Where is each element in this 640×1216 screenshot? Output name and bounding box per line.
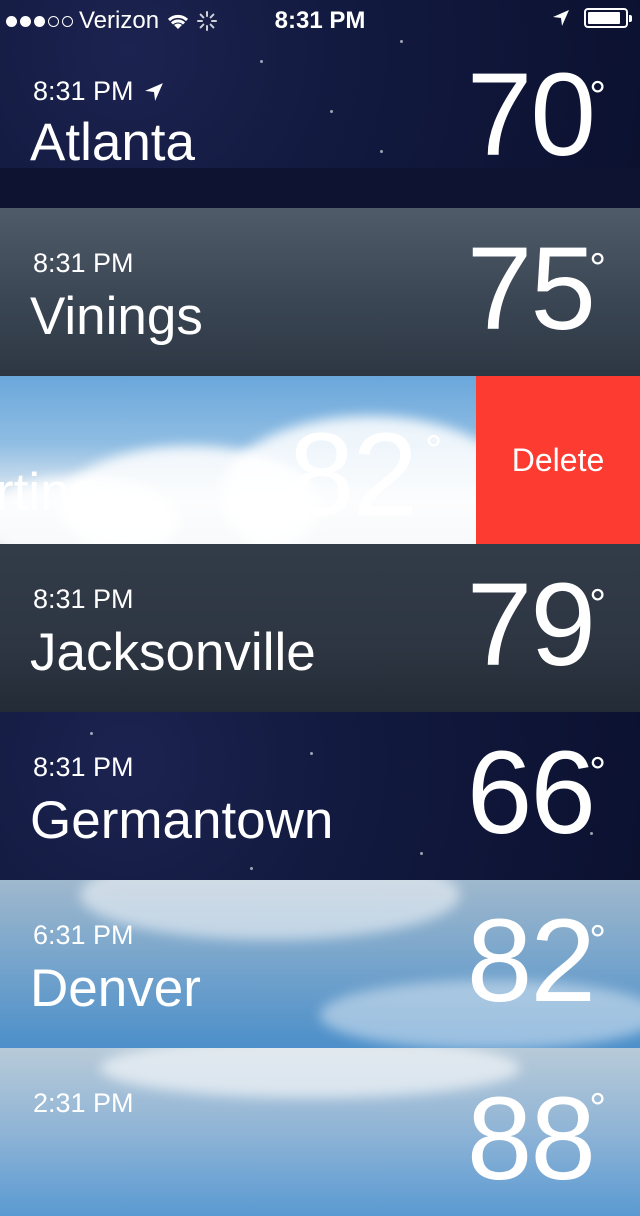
temperature: 70: [466, 49, 596, 168]
temperature: 82: [288, 409, 418, 541]
battery-icon: [584, 8, 632, 28]
city-name: Jacksonville: [30, 623, 316, 682]
degree-symbol: °: [589, 916, 606, 963]
city-row-jacksonville[interactable]: 8:31 PM Jacksonville 79 °: [0, 544, 640, 712]
city-row-germantown[interactable]: 8:31 PM Germantown 66 °: [0, 712, 640, 880]
local-time: 8:31 PM: [33, 76, 164, 107]
degree-symbol: °: [589, 244, 606, 291]
delete-button[interactable]: Delete: [476, 376, 640, 544]
status-time: 8:31 PM: [274, 7, 366, 34]
local-time: 2:31 PM: [33, 1088, 134, 1118]
temperature: 88: [466, 1073, 596, 1205]
city-row-vinings[interactable]: 8:31 PM Vinings 75 °: [0, 208, 640, 376]
city-name: rtino: [0, 463, 100, 522]
city-name: Germantown: [30, 791, 334, 850]
city-row-partial[interactable]: 2:31 PM 88 °: [0, 1048, 640, 1216]
city-name: Vinings: [30, 287, 203, 346]
city-row-swiped[interactable]: rtino 82 ° Delete: [0, 376, 640, 544]
local-time: 8:31 PM: [33, 248, 134, 278]
location-arrow-icon: [144, 82, 163, 101]
city-name: Atlanta: [30, 113, 196, 168]
local-time: 6:31 PM: [33, 920, 134, 950]
local-time-text: 8:31 PM: [33, 76, 134, 106]
status-right: [552, 8, 632, 28]
local-time: 8:31 PM: [33, 752, 134, 782]
temperature: 66: [466, 727, 596, 859]
temperature: 75: [466, 223, 596, 355]
degree-symbol: °: [589, 72, 606, 119]
location-arrow-icon: [553, 10, 569, 26]
swiped-row-content[interactable]: rtino 82 °: [0, 376, 476, 544]
degree-symbol: °: [589, 580, 606, 627]
degree-symbol: °: [425, 426, 442, 473]
temperature: 82: [466, 895, 596, 1027]
status-bar: Verizon 8:31 PM: [0, 0, 640, 40]
temperature: 79: [466, 559, 596, 691]
degree-symbol: °: [589, 1084, 606, 1131]
degree-symbol: °: [589, 748, 606, 795]
local-time: 8:31 PM: [33, 584, 134, 614]
city-row-denver[interactable]: 6:31 PM Denver 82 °: [0, 880, 640, 1048]
city-name: Denver: [30, 959, 201, 1018]
